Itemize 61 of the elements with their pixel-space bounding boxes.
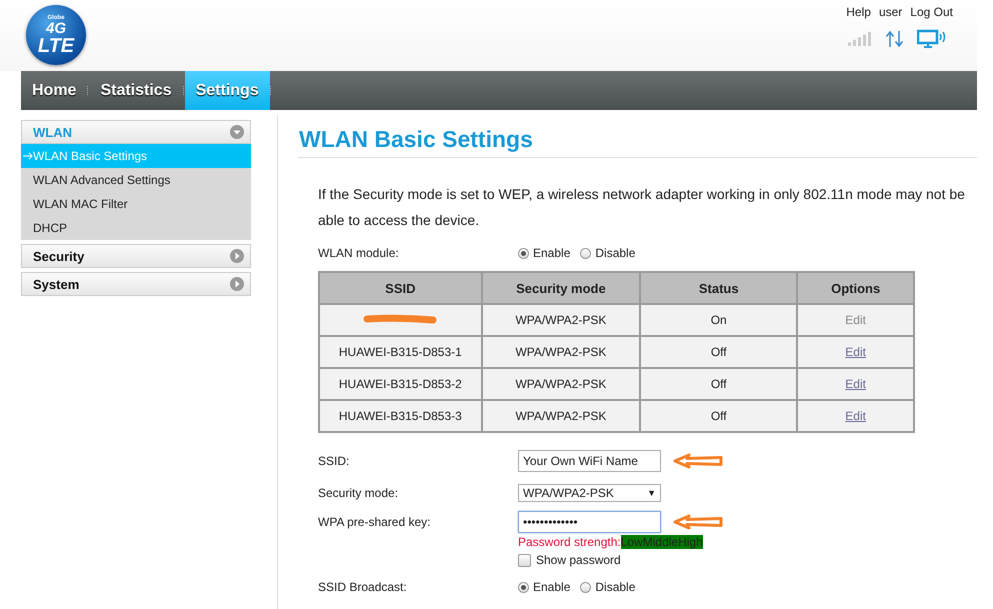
field-label: WLAN module: (318, 246, 400, 260)
nav-tab[interactable]: Statistics (89, 71, 183, 110)
info-text: If the Security mode is set to WEP, a wireless network adapter working in only 802.11n mode may not be able to access the device. (318, 185, 966, 230)
ssid-field[interactable]: Your Own WiFi Name (518, 450, 661, 472)
header-link[interactable]: user (878, 5, 902, 19)
header-link[interactable]: Help (846, 5, 871, 19)
table-cell: WPA/WPA2-PSK (482, 368, 640, 400)
sidebar-item[interactable]: WLAN Advanced Settings (21, 168, 251, 192)
arrow-icon (673, 453, 725, 469)
field-label: WPA pre-shared key: (318, 515, 432, 529)
collapse-icon[interactable] (230, 125, 244, 139)
radio-label: Disable (595, 580, 636, 594)
radio-label: Enable (533, 246, 570, 260)
arrow-icon (673, 514, 725, 530)
sidebar-group[interactable]: Security (21, 244, 251, 268)
edit-link[interactable]: Edit (845, 377, 866, 391)
expand-icon[interactable] (230, 277, 244, 291)
monitor-icon (917, 29, 947, 49)
sidebar-item[interactable]: DHCP (21, 216, 251, 240)
edit-link[interactable]: Edit (845, 409, 866, 423)
field-label: SSID Broadcast: (318, 580, 408, 594)
table-cell: WPA/WPA2-PSK (482, 336, 640, 368)
radio-label: Disable (595, 246, 636, 260)
strength-level: Low (620, 535, 643, 549)
strength-level: High (678, 535, 703, 549)
field-label: SSID: (318, 454, 350, 468)
table-cell: HUAWEI-B315-D853-1 (319, 336, 482, 368)
field-label: Security mode: (318, 486, 400, 500)
radio-button[interactable] (580, 248, 592, 258)
strength-level: Middle (642, 535, 678, 549)
table-cell: HUAWEI-B315-D853-2 (319, 368, 482, 400)
table-cell: Off (640, 400, 798, 432)
header-link[interactable]: Log Out (910, 5, 953, 19)
data-transfer-icon (885, 29, 905, 49)
column-header: Options (797, 272, 914, 304)
radio-button[interactable] (518, 582, 529, 592)
sidebar-item[interactable]: WLAN MAC Filter (21, 192, 251, 216)
signal-icon (847, 31, 873, 47)
arrow-icon (23, 152, 33, 160)
page-title: WLAN Basic Settings (298, 122, 977, 158)
checkbox[interactable] (518, 554, 531, 566)
edit-link[interactable]: Edit (845, 345, 866, 359)
column-header: Status (640, 272, 798, 304)
radio-button[interactable] (580, 582, 592, 592)
strength-label: Password strength: (518, 535, 621, 549)
radio-label: Enable (533, 580, 570, 594)
expand-icon[interactable] (230, 249, 244, 263)
table-cell: WPA/WPA2-PSK (482, 400, 640, 432)
table-cell: Off (640, 368, 798, 400)
column-header: Security mode (482, 272, 640, 304)
table-cell: WPA/WPA2-PSK (482, 304, 640, 336)
security-mode-dropdown[interactable]: WPA/WPA2-PSK ▼ (518, 484, 661, 502)
column-header: SSID (319, 272, 482, 304)
table-cell: Off (640, 336, 798, 368)
sidebar-group[interactable]: System (21, 272, 251, 296)
table-cell: On (640, 304, 798, 336)
radio-button[interactable] (518, 248, 529, 258)
password-field[interactable]: ••••••••••••• (518, 511, 661, 533)
checkbox-label: Show password (536, 553, 621, 567)
table-cell: HUAWEI-B315-D853-3 (319, 400, 482, 432)
nav-tab[interactable]: Home (21, 71, 88, 110)
